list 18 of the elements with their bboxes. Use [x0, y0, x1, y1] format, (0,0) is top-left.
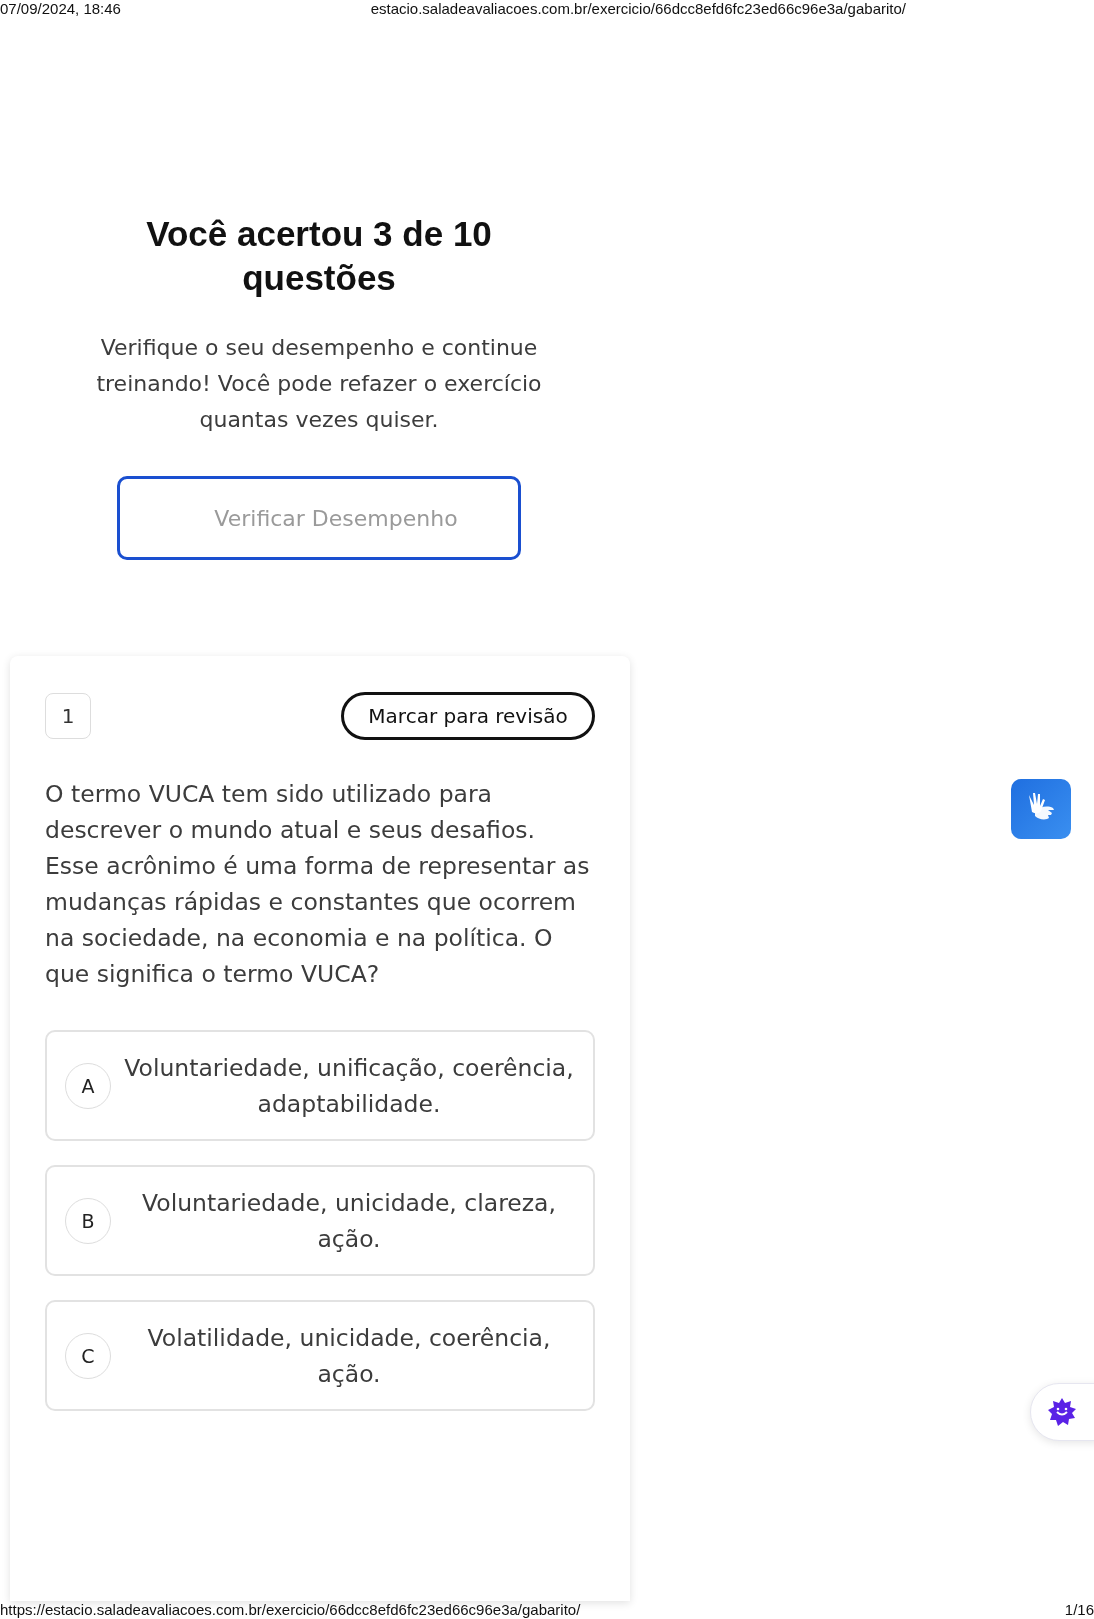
result-title: Você acertou 3 de 10 questões: [145, 213, 493, 299]
result-message: Verifique o seu desempenho e continue treinando! Você pode refazer o exercício quantas vezes quiser.: [95, 334, 543, 434]
option-text: Volatilidade, unicidade, coerência, ação.: [146, 1322, 552, 1390]
question-number: 1: [45, 693, 91, 739]
print-date: 07/09/2024, 18:46: [0, 0, 121, 18]
assistant-button[interactable]: [1030, 1383, 1094, 1441]
print-url: estacio.saladeavaliacoes.com.br/exercicio/66dcc8efd6fc23ed66c96e3a/gabarito/: [370, 0, 906, 18]
sign-language-button[interactable]: [1011, 779, 1071, 839]
option-text: Voluntariedade, unicidade, clareza, ação.: [141, 1187, 557, 1255]
answer-option[interactable]: B Voluntariedade, unicidade, clareza, ação.: [45, 1165, 595, 1276]
mark-for-review-button[interactable]: Marcar para revisão: [341, 692, 595, 740]
question-text: O termo VUCA tem sido utilizado para descrever o mundo atual e seus desafios. Esse acrônimo é uma forma de representar as mudanças rápidas e constantes que ocorrem na sociedade, na economia e na política. O que significa o termo VUCA?: [45, 779, 591, 990]
page-number: 1/16: [1064, 1601, 1094, 1619]
print-url: https://estacio.saladeavaliacoes.com.br/exercicio/66dcc8efd6fc23ed66c96e3a/gabarito/: [0, 1601, 581, 1619]
answer-option[interactable]: C Volatilidade, unicidade, coerência, ação.: [45, 1300, 595, 1411]
answer-option[interactable]: A Voluntariedade, unificação, coerência, adaptabilidade.: [45, 1030, 595, 1141]
option-text: Voluntariedade, unificação, coerência, adaptabilidade.: [123, 1052, 575, 1120]
smiley-star-icon: [1047, 1397, 1077, 1427]
